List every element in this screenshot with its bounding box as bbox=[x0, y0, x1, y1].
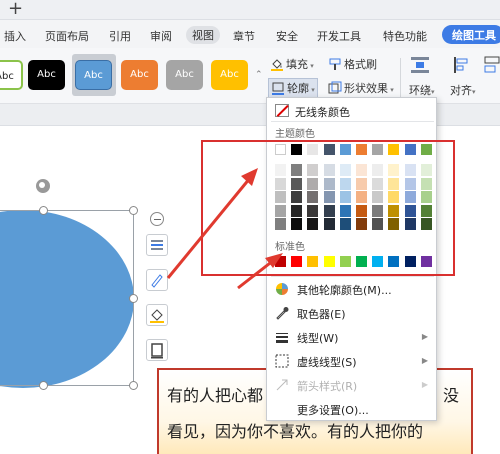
annotation-arrow-upper bbox=[166, 177, 252, 279]
annotation-arrow-lower bbox=[237, 258, 275, 290]
annotation-arrowhead-upper bbox=[241, 168, 258, 186]
app-window: + 插入 页面布局 引用 审阅 视图 章节 安全 开发工具 特色功能 绘图工具 … bbox=[0, 0, 500, 454]
annotation-arrows bbox=[166, 168, 283, 290]
